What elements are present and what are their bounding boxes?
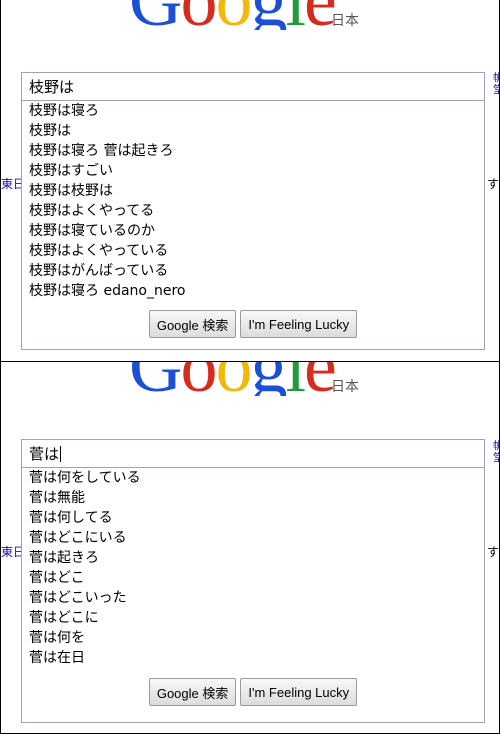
suggestion-item[interactable]: 菅はどこに bbox=[29, 608, 484, 628]
suggestion-item[interactable]: 枝野は寝ろ 菅は起きろ bbox=[29, 141, 484, 161]
suggestion-item[interactable]: 菅は無能 bbox=[29, 488, 484, 508]
search-query-text: 菅は bbox=[29, 445, 60, 463]
google-search-button[interactable]: Google 検索 bbox=[148, 678, 237, 706]
search-box: 枝野は 枝野は寝ろ 枝野は 枝野は寝ろ 菅は起きろ 枝野はすごい 枝野は枝野は … bbox=[21, 72, 485, 350]
suggestion-item[interactable]: 菅はどこいった bbox=[29, 588, 484, 608]
suggestion-item[interactable]: 枝野は寝ろ bbox=[29, 101, 484, 121]
logo-letter: l bbox=[285, 362, 306, 396]
suggestion-item[interactable]: 枝野は bbox=[29, 121, 484, 141]
suggestion-list: 枝野は寝ろ 枝野は 枝野は寝ろ 菅は起きろ 枝野はすごい 枝野は枝野は 枝野はよ… bbox=[22, 101, 484, 301]
google-logo: Google 日本 bbox=[129, 0, 379, 30]
logo-letter: o bbox=[215, 0, 252, 30]
logo-letter: g bbox=[250, 362, 287, 396]
edge-text-right: す bbox=[486, 545, 499, 559]
logo-letter: o bbox=[215, 362, 252, 396]
suggestion-item[interactable]: 枝野はがんばっている bbox=[29, 261, 484, 281]
search-input[interactable]: 菅は bbox=[22, 440, 484, 468]
suggestion-item[interactable]: 菅はどこにいる bbox=[29, 528, 484, 548]
search-query-text: 枝野は bbox=[29, 78, 75, 96]
feeling-lucky-button[interactable]: I'm Feeling Lucky bbox=[240, 310, 358, 338]
suggestion-item[interactable]: 菅は起きろ bbox=[29, 548, 484, 568]
logo-letter: G bbox=[129, 0, 182, 30]
button-row: Google 検索 I'm Feeling Lucky bbox=[22, 310, 484, 338]
logo-letter: g bbox=[250, 0, 287, 30]
text-cursor bbox=[60, 446, 62, 462]
google-logo: Google 日本 bbox=[129, 362, 379, 396]
google-search-button[interactable]: Google 検索 bbox=[148, 310, 237, 338]
suggestion-list: 菅は何をしている 菅は無能 菅は何してる 菅はどこにいる 菅は起きろ 菅はどこ … bbox=[22, 468, 484, 668]
suggestion-item[interactable]: 菅は何を bbox=[29, 628, 484, 648]
search-input[interactable]: 枝野は bbox=[22, 73, 484, 101]
edge-text-right: す bbox=[486, 177, 499, 191]
suggestion-item[interactable]: 菅は在日 bbox=[29, 648, 484, 668]
button-row: Google 検索 I'm Feeling Lucky bbox=[22, 678, 484, 706]
search-box: 菅は 菅は何をしている 菅は無能 菅は何してる 菅はどこにいる 菅は起きろ 菅は… bbox=[21, 439, 485, 723]
screenshot-panel-edano: Google 日本 東日 す 帆 堂 枝野は 枝野は寝ろ 枝野は 枝野は寝ろ 菅… bbox=[0, 0, 500, 362]
suggestion-item[interactable]: 菅は何をしている bbox=[29, 468, 484, 488]
suggestion-item[interactable]: 枝野はよくやっている bbox=[29, 241, 484, 261]
screenshot-panel-kan: Google 日本 東日 す 帆 堂 菅は 菅は何をしている 菅は無能 菅は何し… bbox=[0, 362, 500, 734]
suggestion-item[interactable]: 枝野は寝ろ edano_nero bbox=[29, 281, 484, 301]
logo-letter: o bbox=[180, 0, 217, 30]
edge-link-right[interactable]: 帆 堂 bbox=[493, 440, 499, 464]
logo-letter: G bbox=[129, 362, 182, 396]
google-logo-letters: Google bbox=[129, 362, 337, 396]
logo-letter: l bbox=[285, 0, 306, 30]
suggestion-item[interactable]: 枝野はよくやってる bbox=[29, 201, 484, 221]
logo-letter: o bbox=[180, 362, 217, 396]
google-logo-letters: Google bbox=[129, 0, 337, 30]
edge-link-right[interactable]: 帆 堂 bbox=[493, 72, 499, 96]
feeling-lucky-button[interactable]: I'm Feeling Lucky bbox=[240, 678, 358, 706]
suggestion-item[interactable]: 枝野は寝ているのか bbox=[29, 221, 484, 241]
suggestion-item[interactable]: 菅はどこ bbox=[29, 568, 484, 588]
region-label: 日本 bbox=[331, 13, 359, 29]
region-label: 日本 bbox=[331, 379, 359, 395]
suggestion-item[interactable]: 枝野は枝野は bbox=[29, 181, 484, 201]
suggestion-item[interactable]: 菅は何してる bbox=[29, 508, 484, 528]
suggestion-item[interactable]: 枝野はすごい bbox=[29, 161, 484, 181]
